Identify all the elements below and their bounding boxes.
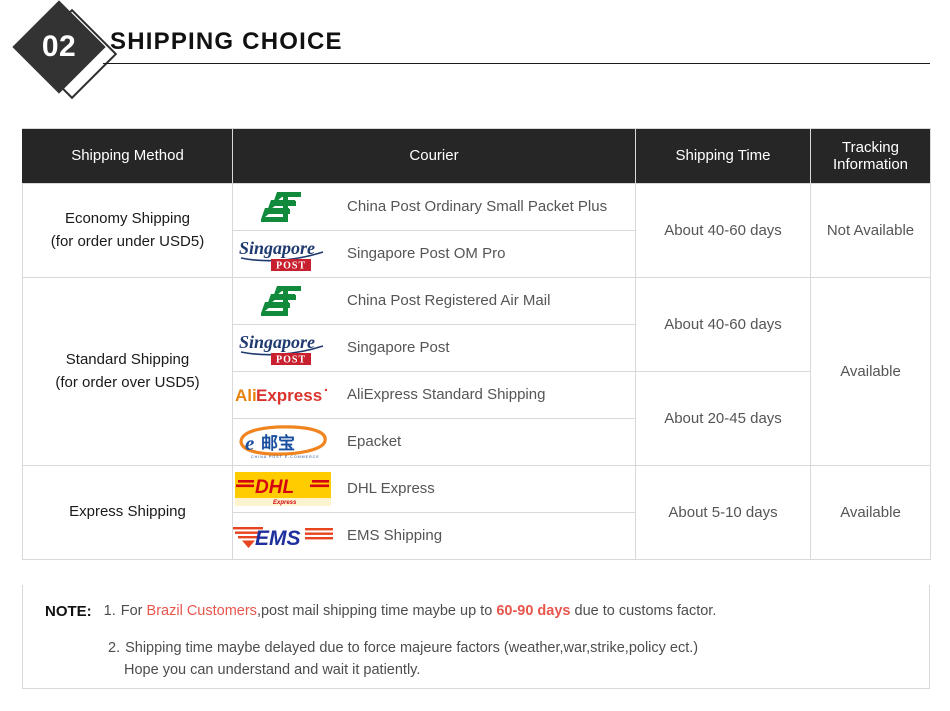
- note-1-part-a: For: [120, 603, 147, 619]
- shipping-method-name: Express Shipping: [69, 503, 186, 521]
- title-divider: [103, 63, 930, 64]
- epacket-logo: e 邮宝 CHINA POST E-COMMERCE: [233, 423, 333, 461]
- note-item-2: 2. Shipping time maybe delayed due to fo…: [45, 638, 909, 660]
- table-row: Standard Shipping (for order over USD5) C…: [22, 277, 931, 466]
- note-label: NOTE:: [45, 603, 92, 620]
- section-number-badge: 02: [12, 0, 122, 104]
- svg-text:POST: POST: [276, 261, 306, 272]
- courier-name: Singapore Post: [347, 339, 450, 357]
- shipping-table-container: Shipping Method Courier Shipping Time Tr…: [22, 128, 931, 560]
- svg-text:Singapore: Singapore: [239, 238, 315, 258]
- shipping-method-cell: Express Shipping: [22, 465, 233, 560]
- table-header: Shipping Method Courier Shipping Time Tr…: [22, 128, 931, 184]
- table-header-row: Shipping Method Courier Shipping Time Tr…: [22, 128, 931, 184]
- tracking-information-cell: Available: [810, 277, 931, 466]
- section-header: 02 SHIPPING CHOICE: [0, 0, 950, 110]
- shipping-table: Shipping Method Courier Shipping Time Tr…: [22, 128, 931, 560]
- section-number-text: 02: [41, 30, 77, 63]
- dhl-logo: DHL Express: [233, 470, 333, 508]
- svg-text:POST: POST: [276, 355, 306, 366]
- courier-row: Ali Express AliExpress Standard Shipping: [233, 376, 635, 414]
- courier-name: China Post Registered Air Mail: [347, 292, 551, 310]
- courier-name: China Post Ordinary Small Packet Plus: [347, 198, 608, 216]
- china-post-logo: [233, 188, 333, 226]
- courier-cell: China Post Ordinary Small Packet Plus: [232, 183, 636, 231]
- courier-row: China Post Ordinary Small Packet Plus: [233, 188, 635, 226]
- note-section: NOTE: 1. For Brazil Customers,post mail …: [22, 585, 930, 689]
- note-1-number: 1.: [103, 603, 116, 619]
- table-row: Express Shipping DHL Express DHL Express…: [22, 465, 931, 560]
- courier-cell: DHL Express DHL Express: [232, 465, 636, 513]
- singapore-post-logo: Singapore POST: [233, 235, 333, 273]
- ems-logo: EMS: [233, 527, 333, 550]
- aliexpress-logo: Ali Express: [235, 386, 328, 405]
- courier-row: China Post Registered Air Mail: [233, 282, 635, 320]
- china-post-logo: [233, 282, 333, 320]
- svg-text:邮宝: 邮宝: [261, 433, 295, 454]
- aliexpress-logo: Ali Express: [233, 376, 333, 414]
- page-title: SHIPPING CHOICE: [110, 28, 343, 55]
- note-1-text: For Brazil Customers,post mail shipping …: [121, 601, 717, 623]
- note-1-highlight-days: 60-90 days: [496, 603, 571, 619]
- shipping-method-cell: Standard Shipping (for order over USD5): [22, 277, 233, 466]
- note-item-2-continued: Hope you can understand and wait it pati…: [45, 660, 909, 682]
- china-post-logo: [261, 286, 301, 316]
- singapore-post-logo: Singapore POST: [239, 238, 324, 272]
- header-tracking-information: Tracking Information: [810, 128, 931, 184]
- singapore-post-logo: Singapore POST: [233, 329, 333, 367]
- courier-row: Singapore POST Singapore Post: [233, 329, 635, 367]
- note-1-highlight-brazil: Brazil Customers: [146, 603, 257, 619]
- courier-name: DHL Express: [347, 480, 435, 498]
- shipping-method-condition: (for order under USD5): [50, 232, 205, 250]
- courier-row: DHL Express DHL Express: [233, 470, 635, 508]
- dhl-logo: DHL Express: [235, 472, 331, 506]
- svg-text:Express: Express: [273, 500, 297, 506]
- courier-cell: e 邮宝 CHINA POST E-COMMERCE Epacket: [232, 418, 636, 466]
- svg-text:Singapore: Singapore: [239, 332, 315, 352]
- courier-name: Singapore Post OM Pro: [347, 245, 506, 263]
- singapore-post-logo: Singapore POST: [239, 332, 324, 366]
- note-2-line-1: Shipping time maybe delayed due to force…: [125, 639, 699, 656]
- svg-text:DHL: DHL: [255, 477, 294, 498]
- shipping-time-cell: About 40-60 days: [635, 183, 811, 278]
- shipping-time-cell: About 20-45 days: [635, 371, 811, 466]
- svg-text:CHINA POST E-COMMERCE: CHINA POST E-COMMERCE: [251, 455, 320, 459]
- courier-cell: Singapore POST Singapore Post OM Pro: [232, 230, 636, 278]
- courier-name: AliExpress Standard Shipping: [347, 386, 546, 404]
- courier-cell: EMS EMS Shipping: [232, 512, 636, 560]
- shipping-method-name: Economy Shipping: [64, 210, 191, 227]
- china-post-logo: [261, 192, 301, 222]
- shipping-method-name: Standard Shipping: [65, 351, 190, 368]
- note-item-1: NOTE: 1. For Brazil Customers,post mail …: [45, 601, 909, 624]
- courier-name: Epacket: [347, 433, 402, 451]
- epacket-logo: e 邮宝 CHINA POST E-COMMERCE: [239, 425, 327, 459]
- shipping-method-condition: (for order over USD5): [55, 373, 200, 391]
- tracking-information-cell: Available: [810, 465, 931, 560]
- courier-cell: Singapore POST Singapore Post: [232, 324, 636, 372]
- courier-cell: Ali Express AliExpress Standard Shipping: [232, 371, 636, 419]
- courier-cell: China Post Registered Air Mail: [232, 277, 636, 325]
- shipping-method-cell: Economy Shipping (for order under USD5): [22, 183, 233, 278]
- courier-row: e 邮宝 CHINA POST E-COMMERCE Epacket: [233, 423, 635, 461]
- header-shipping-time: Shipping Time: [635, 128, 811, 184]
- shipping-time-cell: About 5-10 days: [635, 465, 811, 560]
- table-row: Economy Shipping (for order under USD5) C…: [22, 183, 931, 278]
- tracking-information-cell: Not Available: [810, 183, 931, 278]
- note-1-part-c: due to customs factor.: [570, 603, 717, 619]
- svg-text:Express: Express: [256, 386, 322, 405]
- ems-logo: EMS: [233, 517, 333, 555]
- svg-text:Ali: Ali: [235, 386, 257, 405]
- note-2-number: 2.: [108, 639, 121, 656]
- courier-row: Singapore POST Singapore Post OM Pro: [233, 235, 635, 273]
- courier-row: EMS EMS Shipping: [233, 517, 635, 555]
- header-courier: Courier: [232, 128, 636, 184]
- note-1-part-b: ,post mail shipping time maybe up to: [256, 603, 497, 619]
- shipping-time-cell: About 40-60 days: [635, 277, 811, 372]
- svg-text:EMS: EMS: [255, 527, 301, 550]
- svg-text:e: e: [245, 431, 254, 455]
- header-shipping-method: Shipping Method: [22, 128, 233, 184]
- courier-name: EMS Shipping: [347, 527, 443, 545]
- table-body: Economy Shipping (for order under USD5) C…: [22, 183, 931, 560]
- note-2-line-2: Hope you can understand and wait it pati…: [124, 662, 421, 679]
